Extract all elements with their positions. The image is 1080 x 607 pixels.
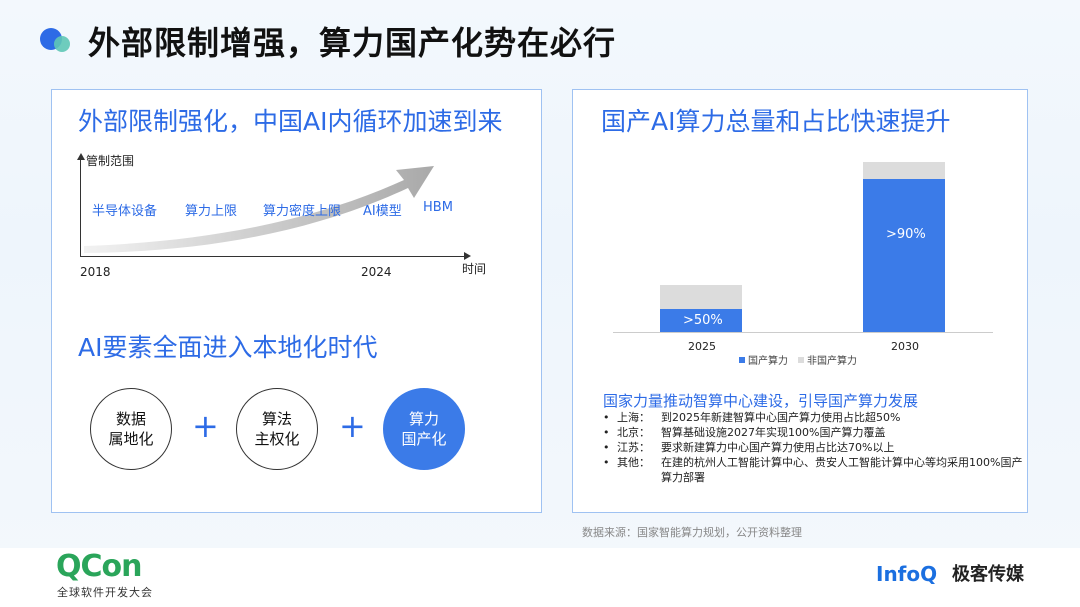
chart-legend: 国产算力 非国产算力	[739, 352, 857, 367]
x-tick-label: 2030	[891, 340, 919, 353]
circle-algorithm-sovereignty: 算法 主权化	[236, 388, 318, 470]
list-item: • 其他： 在建的杭州人工智能计算中心、贵安人工智能计算中心等均采用100%国产算力…	[603, 455, 1023, 485]
circle-compute-domestic: 算力 国产化	[383, 388, 465, 470]
legend-swatch	[798, 356, 804, 363]
circle-data-localization: 数据 属地化	[90, 388, 172, 470]
chart-baseline	[613, 332, 993, 333]
bar-non-domestic	[660, 285, 742, 309]
bullet-text: 要求新建算力中心国产算力使用占比达70%以上	[661, 441, 895, 454]
title-decoration-icon	[40, 24, 74, 54]
bullet-icon: •	[603, 441, 610, 454]
legend-label: 国产算力	[748, 356, 788, 367]
bullet-icon: •	[603, 426, 610, 439]
restriction-item: HBM	[423, 200, 453, 215]
infoq-logo: InfoQ	[876, 562, 938, 586]
restriction-item: AI模型	[363, 204, 402, 219]
plus-icon: +	[339, 407, 366, 445]
restriction-item: 算力密度上限	[263, 204, 342, 219]
restriction-item: 算力上限	[185, 204, 238, 219]
bullet-icon: •	[603, 411, 610, 424]
list-item: • 江苏： 要求新建算力中心国产算力使用占比达70%以上	[603, 440, 1023, 455]
bullet-text: 到2025年新建智算中心国产算力使用占比超50%	[661, 411, 901, 424]
circle-text: 算法	[261, 410, 292, 428]
left-heading: 外部限制强化，中国AI内循环加速到来	[78, 107, 503, 136]
restriction-item: 半导体设备	[92, 204, 158, 219]
circle-text: 算力	[408, 410, 439, 428]
list-item: • 上海： 到2025年新建智算中心国产算力使用占比超50%	[603, 410, 1023, 425]
bullet-text: 智算基础设施2027年实现100%国产算力覆盖	[661, 426, 886, 439]
circle-text: 属地化	[108, 430, 154, 448]
x-end-label: 2024	[361, 265, 392, 279]
legend-label: 非国产算力	[807, 356, 857, 367]
x-axis-arrow-icon	[464, 252, 471, 260]
bar-data-label: >50%	[683, 312, 723, 328]
bullet-icon: •	[603, 456, 610, 469]
policy-list: • 上海： 到2025年新建智算中心国产算力使用占比超50% • 北京： 智算基础设施2…	[603, 410, 1023, 485]
legend-swatch	[739, 356, 745, 363]
right-panel: 国产AI算力总量和占比快速提升 >50% 2025 >90% 2030 国产算力 非国…	[572, 89, 1028, 513]
x-axis-label: 时间	[462, 262, 487, 276]
list-item: • 北京： 智算基础设施2027年实现100%国产算力覆盖	[603, 425, 1023, 440]
bullet-city: 江苏：	[617, 441, 650, 454]
bar-non-domestic	[863, 162, 945, 179]
qcon-subtitle: 全球软件开发大会	[57, 586, 153, 599]
y-axis-label: 管制范围	[86, 154, 135, 168]
left-panel: 外部限制强化，中国AI内循环加速到来 管制范围 时间 2018 2024 半导体…	[51, 89, 542, 513]
bar-domestic	[863, 178, 945, 332]
plus-icon: +	[192, 407, 219, 445]
data-source-note: 数据来源：国家智能算力规划，公开资料整理	[582, 526, 802, 539]
x-tick-label: 2025	[688, 340, 716, 353]
x-axis	[80, 256, 465, 257]
circle-text: 数据	[115, 410, 146, 428]
circle-text: 国产化	[401, 430, 447, 448]
y-axis-arrow-icon	[77, 153, 85, 160]
page-title: 外部限制增强，算力国产化势在必行	[88, 24, 617, 62]
x-start-label: 2018	[80, 265, 111, 279]
circle-text: 主权化	[254, 430, 300, 448]
bullet-city: 其他：	[617, 456, 650, 469]
legend-item: 非国产算力	[798, 352, 857, 367]
qcon-logo: QCon	[56, 549, 142, 584]
bullet-city: 上海：	[617, 411, 650, 424]
left-heading-2: AI要素全面进入本地化时代	[78, 333, 378, 362]
bullet-text: 在建的杭州人工智能计算中心、贵安人工智能计算中心等均采用100%国产算力部署	[661, 456, 1023, 484]
y-axis	[80, 156, 81, 256]
geek-media-logo: 极客传媒	[952, 564, 1024, 585]
bar-data-label: >90%	[886, 226, 926, 242]
right-heading: 国产AI算力总量和占比快速提升	[601, 107, 951, 136]
legend-item: 国产算力	[739, 352, 788, 367]
bullet-city: 北京：	[617, 426, 650, 439]
policy-subheading: 国家力量推动智算中心建设，引导国产算力发展	[603, 392, 919, 410]
